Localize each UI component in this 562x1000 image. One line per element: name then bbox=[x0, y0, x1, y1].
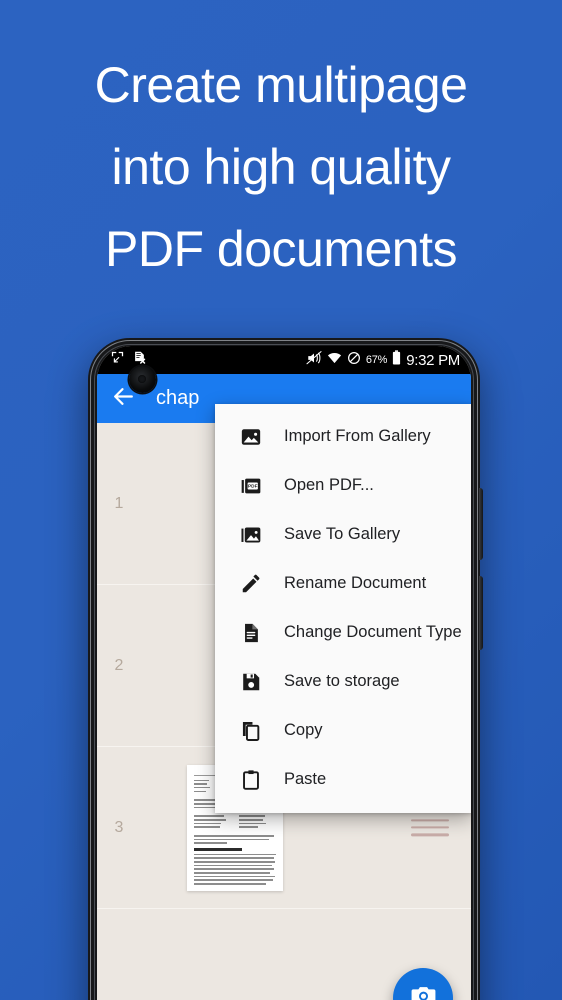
menu-item-label: Import From Gallery bbox=[284, 427, 431, 445]
screenshot-icon bbox=[110, 350, 125, 370]
battery-percent-label: 67% bbox=[365, 354, 388, 366]
menu-item-save-to-storage[interactable]: Save to storage bbox=[215, 657, 471, 706]
svg-text:PDF: PDF bbox=[247, 483, 257, 489]
clipboard-icon bbox=[239, 768, 262, 791]
phone-screen: 67% 9:32 PM chap 1 2 3 Import From Galle… bbox=[97, 346, 471, 1000]
menu-item-open-pdf[interactable]: PDF Open PDF... bbox=[215, 461, 471, 510]
headline-line-3: PDF documents bbox=[105, 221, 457, 277]
headline-line-2: into high quality bbox=[111, 139, 451, 195]
menu-item-label: Open PDF... bbox=[284, 476, 374, 494]
do-not-disturb-icon bbox=[347, 351, 361, 370]
page-number: 1 bbox=[114, 494, 124, 512]
copy-icon bbox=[239, 719, 262, 742]
overflow-menu[interactable]: Import From Gallery PDF Open PDF... Save… bbox=[215, 404, 471, 813]
page-number: 3 bbox=[114, 818, 124, 836]
menu-item-import-from-gallery[interactable]: Import From Gallery bbox=[215, 412, 471, 461]
menu-item-paste[interactable]: Paste bbox=[215, 755, 471, 804]
page-number: 2 bbox=[114, 656, 124, 674]
document-title: chap bbox=[156, 387, 200, 409]
phone-mockup: 67% 9:32 PM chap 1 2 3 Import From Galle… bbox=[88, 338, 483, 1000]
menu-item-change-document-type[interactable]: Change Document Type bbox=[215, 608, 471, 657]
battery-icon bbox=[392, 350, 401, 370]
menu-item-label: Save To Gallery bbox=[284, 525, 401, 543]
pencil-icon bbox=[239, 572, 262, 595]
power-button[interactable] bbox=[479, 576, 483, 650]
menu-item-label: Paste bbox=[284, 770, 327, 788]
status-bar-clock: 9:32 PM bbox=[406, 351, 460, 369]
wifi-icon bbox=[327, 351, 342, 369]
menu-item-label: Rename Document bbox=[284, 574, 427, 592]
menu-item-rename-document[interactable]: Rename Document bbox=[215, 559, 471, 608]
page-title: Create multipage into high quality PDF d… bbox=[0, 44, 562, 290]
headline-line-1: Create multipage bbox=[94, 57, 468, 113]
save-gallery-icon bbox=[239, 523, 262, 546]
promo-screenshot: Create multipage into high quality PDF d… bbox=[0, 0, 562, 1000]
pdf-file-icon: PDF bbox=[239, 474, 262, 497]
menu-item-label: Copy bbox=[284, 721, 323, 739]
gallery-image-icon bbox=[239, 425, 262, 448]
menu-item-label: Change Document Type bbox=[284, 623, 462, 641]
drag-handle-icon[interactable] bbox=[411, 818, 449, 837]
volume-button[interactable] bbox=[479, 488, 483, 560]
menu-item-copy[interactable]: Copy bbox=[215, 706, 471, 755]
mute-icon bbox=[306, 350, 322, 370]
document-icon bbox=[239, 621, 262, 644]
front-camera-punchhole bbox=[129, 366, 156, 393]
floppy-disk-icon bbox=[239, 670, 262, 693]
menu-item-label: Save to storage bbox=[284, 672, 400, 690]
menu-item-save-to-gallery[interactable]: Save To Gallery bbox=[215, 510, 471, 559]
status-bar: 67% 9:32 PM bbox=[97, 346, 471, 374]
camera-icon bbox=[410, 982, 437, 1000]
